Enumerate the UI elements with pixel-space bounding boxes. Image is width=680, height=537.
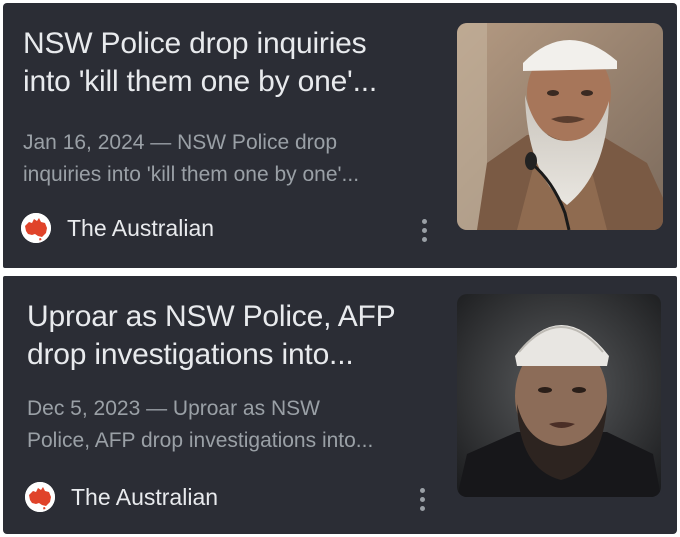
- australia-map-logo-icon: [25, 482, 55, 512]
- news-result-card[interactable]: Uproar as NSW Police, AFP drop investiga…: [3, 276, 677, 534]
- source-name: The Australian: [71, 483, 219, 510]
- result-headline[interactable]: Uproar as NSW Police, AFP drop investiga…: [27, 298, 447, 374]
- headline-line: NSW Police drop inquiries: [23, 27, 367, 60]
- more-vert-icon[interactable]: [412, 213, 436, 247]
- result-headline[interactable]: NSW Police drop inquiries into 'kill the…: [23, 25, 443, 101]
- source-name: The Australian: [67, 214, 215, 241]
- headline-line: drop investigations into...: [27, 338, 354, 371]
- result-thumbnail[interactable]: [457, 23, 663, 230]
- result-snippet: Jan 16, 2024 — NSW Police drop inquiries…: [23, 127, 443, 191]
- snippet-line: Jan 16, 2024 — NSW Police drop: [23, 131, 337, 154]
- news-result-card[interactable]: NSW Police drop inquiries into 'kill the…: [3, 3, 677, 268]
- result-thumbnail[interactable]: [457, 294, 661, 497]
- snippet-line: Police, AFP drop investigations into...: [27, 429, 374, 452]
- result-snippet: Dec 5, 2023 — Uproar as NSW Police, AFP …: [27, 393, 447, 457]
- more-vert-icon[interactable]: [410, 482, 434, 516]
- headline-line: Uproar as NSW Police, AFP: [27, 300, 396, 333]
- result-source[interactable]: The Australian: [25, 482, 218, 512]
- snippet-line: inquiries into 'kill them one by one'...: [23, 163, 360, 186]
- result-source[interactable]: The Australian: [21, 213, 214, 243]
- australia-map-logo-icon: [21, 213, 51, 243]
- snippet-line: Dec 5, 2023 — Uproar as NSW: [27, 397, 320, 420]
- headline-line: into 'kill them one by one'...: [23, 65, 377, 98]
